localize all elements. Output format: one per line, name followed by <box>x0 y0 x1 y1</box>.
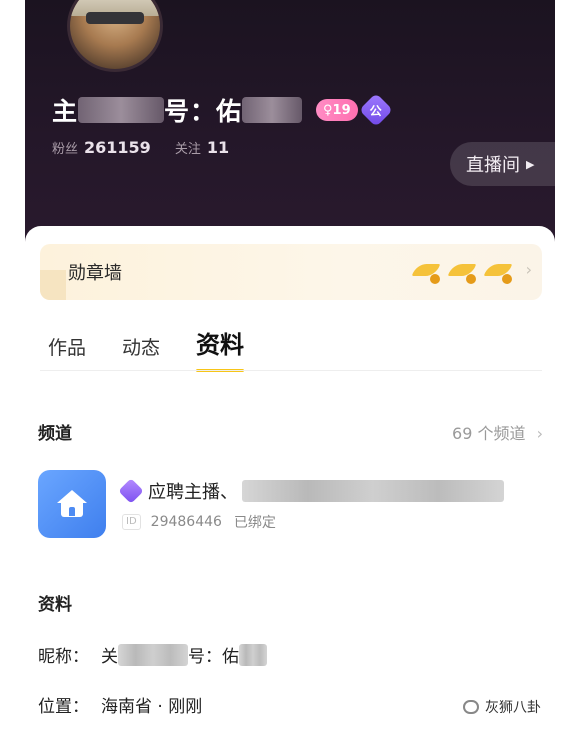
channels-count-link[interactable]: 69 个频道 › <box>452 420 543 444</box>
tab-info[interactable]: 资料 <box>196 325 245 372</box>
channels-title: 频道 <box>38 424 72 444</box>
channel-home-icon <box>38 470 106 538</box>
medal-list <box>406 258 514 286</box>
channel-id-row: ID 29486446 已绑定 <box>122 512 276 532</box>
profile-tabs: 作品 动态 资料 <box>48 322 280 372</box>
medal-wall-title: 勋章墙 <box>68 263 122 284</box>
nickname-start: 关 <box>101 647 118 667</box>
watermark-text: 灰狮八卦 <box>485 700 541 716</box>
username-start: 主 <box>52 97 79 126</box>
divider <box>40 370 542 371</box>
id-tag: ID <box>122 514 141 530</box>
nickname-value: 关 号：佑 <box>101 642 267 667</box>
wing-medal-icon <box>411 258 442 286</box>
channel-id: 29486446 <box>150 514 222 530</box>
username-redacted <box>78 97 165 123</box>
wing-medal-icon <box>447 258 478 286</box>
play-arrow-icon: ▶ <box>526 157 535 171</box>
profile-header: 主 号：佑 ♀19 公 粉丝 261159 关注 11 直播间 ▶ <box>25 0 558 250</box>
location-label: 位置： <box>38 697 89 717</box>
level-badge: ♀19 <box>316 99 358 121</box>
tab-works[interactable]: 作品 <box>48 333 86 366</box>
channel-status: 已绑定 <box>233 515 276 531</box>
fans-count[interactable]: 261159 <box>84 138 151 157</box>
official-badge-icon: 公 <box>358 93 393 127</box>
channel-name-redacted <box>242 480 504 502</box>
tab-activity[interactable]: 动态 <box>122 333 160 366</box>
username-redacted-2 <box>242 97 303 123</box>
medal-wall[interactable]: 勋章墙 › <box>40 244 542 300</box>
nickname-redacted-2 <box>239 643 267 666</box>
profile-content: 勋章墙 › 作品 动态 资料 频道 69 个频道 › 应聘主播、 ID 2948… <box>25 226 555 731</box>
username-row: 主 号：佑 ♀19 公 <box>52 92 393 128</box>
wing-medal-icon <box>483 258 514 286</box>
following-count[interactable]: 11 <box>207 138 229 157</box>
stats-row: 粉丝 261159 关注 11 <box>52 138 253 157</box>
following-label: 关注 <box>174 142 201 157</box>
live-room-button[interactable]: 直播间 ▶ <box>450 142 558 186</box>
username-end: 号：佑 <box>164 97 243 126</box>
info-title: 资料 <box>38 595 72 615</box>
right-margin <box>555 0 561 731</box>
left-margin <box>0 0 25 731</box>
live-room-label: 直播间 <box>466 155 520 176</box>
channel-name: 应聘主播、 <box>148 482 238 503</box>
fans-label: 粉丝 <box>52 142 79 157</box>
chevron-right-icon: › <box>525 260 532 279</box>
channel-item[interactable]: 应聘主播、 ID 29486446 已绑定 <box>38 470 543 540</box>
nickname-end: 号：佑 <box>188 647 239 667</box>
nickname-row: 昵称： 关 号：佑 <box>38 642 267 667</box>
watermark: 灰狮八卦 <box>463 697 541 717</box>
location-row: 位置： 海南省 · 刚刚 <box>38 692 202 717</box>
wechat-icon <box>463 700 479 714</box>
location-value: 海南省 · 刚刚 <box>101 697 203 717</box>
chevron-right-icon: › <box>536 424 543 443</box>
medal-wall-decoration <box>40 270 66 300</box>
nickname-redacted <box>118 643 188 666</box>
channels-count: 69 个频道 <box>452 424 526 443</box>
avatar[interactable] <box>67 0 163 72</box>
channel-name-row: 应聘主播、 <box>118 478 542 504</box>
nickname-label: 昵称： <box>38 647 89 667</box>
gem-icon <box>118 478 144 504</box>
